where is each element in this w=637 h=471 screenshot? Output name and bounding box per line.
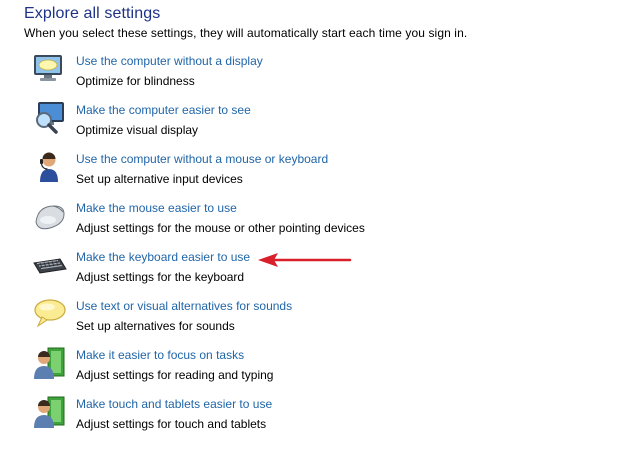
setting-description: Optimize for blindness [76,74,195,88]
setting-item-keyboard: Make the keyboard easier to use Adjust s… [32,250,452,290]
link-make-computer-easier-to-see[interactable]: Make the computer easier to see [76,103,251,117]
link-use-computer-without-display[interactable]: Use the computer without a display [76,54,263,68]
link-without-mouse-or-keyboard[interactable]: Use the computer without a mouse or keyb… [76,152,328,166]
user-tablet-icon [34,396,65,428]
link-text-visual-alternatives-for-sounds[interactable]: Use text or visual alternatives for soun… [76,299,292,313]
link-make-mouse-easier[interactable]: Make the mouse easier to use [76,201,237,215]
page-subtitle: When you select these settings, they wil… [24,26,468,40]
monitor-speech-icon [34,55,62,81]
link-easier-to-focus[interactable]: Make it easier to focus on tasks [76,348,244,362]
setting-description: Optimize visual display [76,123,199,137]
setting-description: Adjust settings for the keyboard [76,270,245,284]
setting-item-touch-tablets: Make touch and tablets easier to use Adj… [32,396,452,437]
user-headset-icon [40,152,58,182]
red-arrow-annotation [258,253,352,267]
setting-item-easier-to-see: Make the computer easier to see Optimize… [32,102,452,143]
setting-item-mouse: Make the mouse easier to use Adjust sett… [32,201,452,241]
setting-description: Set up alternative input devices [76,172,243,186]
page-title: Explore all settings [24,5,161,22]
link-touch-and-tablets[interactable]: Make touch and tablets easier to use [76,397,272,411]
setting-description: Adjust settings for touch and tablets [76,417,267,431]
setting-item-focus-tasks: Make it easier to focus on tasks Adjust … [32,347,452,388]
speech-bubble-icon [34,299,66,328]
setting-description: Adjust settings for reading and typing [76,368,274,382]
monitor-magnifier-icon [36,102,64,134]
ease-of-access-settings-page: Explore all settings When you select the… [0,0,637,471]
link-make-keyboard-easier[interactable]: Make the keyboard easier to use [76,250,250,264]
setting-item-without-display: Use the computer without a display Optim… [32,54,452,94]
user-document-icon [34,347,65,379]
mouse-icon [35,205,65,230]
setting-description: Adjust settings for the mouse or other p… [76,221,365,235]
setting-item-without-mouse-keyboard: Use the computer without a mouse or keyb… [32,152,452,192]
setting-description: Set up alternatives for sounds [76,319,235,333]
keyboard-icon [33,258,67,274]
setting-item-sound-alternatives: Use text or visual alternatives for soun… [32,299,452,339]
